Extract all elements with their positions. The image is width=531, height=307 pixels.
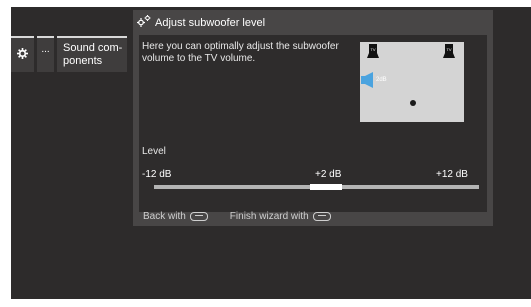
level-slider[interactable] [154,184,479,190]
subwoofer-icon [361,72,375,93]
dialog-content: Here you can optimally adjust the subwoo… [139,35,487,212]
breadcrumb-settings[interactable] [11,36,34,72]
dialog-title: Adjust subwoofer level [155,16,266,29]
gear-icon [17,46,28,64]
level-current-label: +2 dB [315,169,342,180]
breadcrumb-sound-label: Sound com- ponents [63,42,123,67]
dialog-header: Adjust subwoofer level [133,10,493,35]
level-max-label: +12 dB [436,169,468,180]
dialog-footer: Back with Finish wizard with [143,211,331,222]
breadcrumb-sound-components[interactable]: Sound com- ponents [57,36,127,72]
back-hint-text: Back with [143,211,186,222]
tv-right-label: TV [446,47,451,52]
level-label: Level [142,146,166,157]
back-button-icon [189,212,208,221]
breadcrumb-more[interactable]: ... [37,36,54,72]
end-button-icon [312,212,331,221]
finish-hint-text: Finish wizard with [229,211,309,222]
level-slider-knob[interactable] [310,184,342,190]
tv-left-label: TV [370,47,375,52]
dialog-description: Here you can optimally adjust the subwoo… [142,41,339,64]
tv-speaker-right: TV [443,44,455,58]
tv-speaker-left: TV [367,44,379,58]
subwoofer-dialog: Adjust subwoofer level Here you can opti… [133,10,493,226]
level-min-label: -12 dB [142,169,172,180]
listener-position [410,100,416,106]
breadcrumb-more-label: ... [41,44,50,55]
gears-icon [137,14,151,32]
subwoofer-level-label: 2dB [376,77,387,83]
room-diagram: TV TV 2dB [360,42,464,122]
